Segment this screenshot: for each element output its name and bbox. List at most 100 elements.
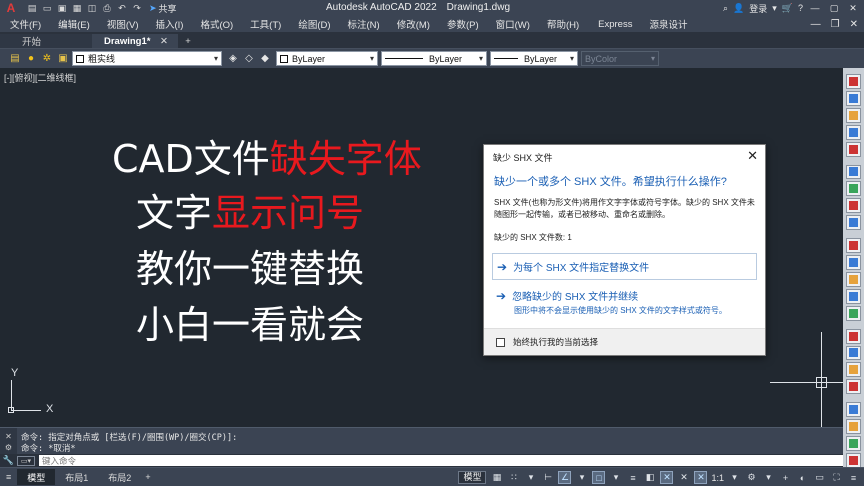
menu-tools[interactable]: 工具(T) [240,17,288,31]
join-tool-icon[interactable] [846,305,861,321]
viewport-controls[interactable]: [-][俯视][二维线框] [4,71,76,84]
auto-scale-icon[interactable]: ✕ [677,471,690,484]
autocad-logo[interactable]: A [0,0,22,16]
cart-icon[interactable]: 🛒 [782,3,793,14]
annotation-scale-icon[interactable]: ✕ [694,471,708,484]
isolate-objects-icon[interactable]: ◐ [796,471,809,484]
mirror-tool-icon[interactable] [846,107,861,123]
trim-tool-icon[interactable] [846,238,861,253]
maximize-button[interactable]: ▢ [827,3,841,14]
clean-screen-icon[interactable]: ⛶ [830,471,843,484]
menu-modify[interactable]: 修改(M) [387,17,437,31]
grid-icon[interactable]: ▦ [490,471,503,484]
open-file-icon[interactable]: ▭ [41,2,53,14]
specify-replacement-option[interactable]: ➔ 为每个 SHX 文件指定替换文件 [492,253,757,280]
layout-tab-layout2[interactable]: 布局2 [98,469,141,485]
properties-tool-icon[interactable] [846,402,861,418]
lineweight-dropdown[interactable]: ByLayer ▾ [490,51,578,66]
layer-properties-icon[interactable]: ▤ [8,52,22,66]
scale-tool-icon[interactable] [846,198,861,214]
doc-restore-button[interactable]: ❐ [831,19,840,30]
layout-tab-layout1[interactable]: 布局1 [55,469,98,485]
layout-tab-model-icon[interactable]: ≡ [0,469,17,485]
fillet-tool-icon[interactable] [846,345,861,361]
doc-minimize-button[interactable]: — [811,19,821,30]
stretch-tool-icon[interactable] [846,215,861,231]
user-icon[interactable]: 👤 [733,3,744,14]
close-window-button[interactable]: ✕ [846,3,860,14]
chevron-down-icon[interactable]: ▾ [524,471,537,484]
close-icon[interactable]: ✕ [5,432,12,441]
color-dropdown[interactable]: ByLayer ▾ [276,51,378,66]
layout-tab-model[interactable]: 模型 [17,469,56,485]
object-snap-icon[interactable]: □ [592,471,606,484]
erase-tool-icon[interactable] [846,74,861,89]
rotate-tool-icon[interactable] [846,181,861,197]
close-icon[interactable]: ✕ [747,148,758,164]
model-space-button[interactable]: 模型 [458,471,487,484]
transparency-icon[interactable]: ◧ [643,471,656,484]
snap-icon[interactable]: ∷ [507,471,520,484]
tab-start[interactable]: 开始 [0,34,92,48]
plus-icon[interactable]: + [779,471,792,484]
undo-icon[interactable]: ↶ [116,2,128,14]
menu-express[interactable]: Express [586,19,639,30]
chevron-down-icon[interactable]: ▾ [762,471,775,484]
gear-icon[interactable]: ⚙ [745,471,758,484]
minimize-button[interactable]: — [808,3,822,13]
always-perform-checkbox[interactable] [496,337,505,347]
menu-parametric[interactable]: 参数(P) [437,17,486,31]
customization-menu-icon[interactable]: ≡ [847,471,860,484]
command-prompt-icon[interactable]: ▭▾ [17,455,35,466]
menu-yuanquan[interactable]: 源泉设计 [639,17,694,31]
lock-icon[interactable]: ▣ [56,52,70,66]
doc-close-button[interactable]: ✕ [850,19,858,30]
menu-edit[interactable]: 编辑(E) [48,17,97,31]
chevron-down-icon[interactable]: ▾ [772,3,777,14]
redo-icon[interactable]: ↷ [131,2,143,14]
wrench-icon[interactable]: ⚙ [5,443,12,452]
hatch-tool-icon[interactable] [846,436,861,451]
menu-dimension[interactable]: 标注(N) [338,17,387,31]
tab-drawing1[interactable]: Drawing1* ✕ [92,34,178,48]
layer-dropdown[interactable]: 粗实线 ▾ [72,51,222,66]
break-tool-icon[interactable] [846,288,861,304]
plot-icon[interactable]: ⎙ [101,2,113,14]
command-history-handle[interactable]: ✕ ⚙ [0,428,17,455]
linetype-dropdown[interactable]: ByLayer ▾ [381,51,487,66]
menu-insert[interactable]: 插入(I) [145,17,190,31]
offset-tool-icon[interactable] [846,124,861,140]
chevron-down-icon[interactable]: ▾ [609,471,622,484]
menu-view[interactable]: 视图(V) [97,17,146,31]
extend-tool-icon[interactable] [846,255,861,270]
chamfer-tool-icon[interactable] [846,328,861,344]
chevron-down-icon[interactable]: ▾ [575,471,588,484]
add-layout-button[interactable]: + [141,469,154,485]
lineweight-toggle-icon[interactable]: ≡ [626,471,639,484]
help-icon[interactable]: ? [798,3,803,13]
text-tool-icon[interactable] [846,452,861,468]
customize-icon[interactable]: 🔧 [0,455,17,466]
ignore-and-continue-option[interactable]: ➔ 忽略缺少的 SHX 文件并继续 图形中将不会显示使用缺少的 SHX 文件的文… [492,284,757,318]
move-tool-icon[interactable] [846,164,861,180]
hardware-acceleration-icon[interactable]: ▭ [813,471,826,484]
lightbulb-icon[interactable]: ● [24,52,38,66]
menu-format[interactable]: 格式(O) [190,17,240,31]
menu-file[interactable]: 文件(F) [0,17,48,31]
share-button[interactable]: ➤ 共享 [149,2,177,15]
annotation-visibility-icon[interactable]: ✕ [660,471,674,484]
copy-tool-icon[interactable] [846,90,861,106]
make-current-layer-icon[interactable]: ◈ [226,52,240,66]
blend-curves-icon[interactable] [846,362,861,378]
explode-tool-icon[interactable] [846,379,861,395]
login-label[interactable]: 登录 [749,2,767,15]
ortho-icon[interactable]: ⊢ [541,471,554,484]
chevron-down-icon[interactable]: ▾ [728,471,741,484]
save-icon[interactable]: ▣ [56,2,68,14]
search-icon[interactable]: ⌕ [723,3,728,14]
command-input[interactable] [39,455,843,466]
break-at-point-icon[interactable] [846,271,861,287]
new-tab-button[interactable]: + [178,34,198,48]
layer-match-icon[interactable]: ◆ [258,52,272,66]
annotation-scale-value[interactable]: 1:1 [711,473,724,483]
